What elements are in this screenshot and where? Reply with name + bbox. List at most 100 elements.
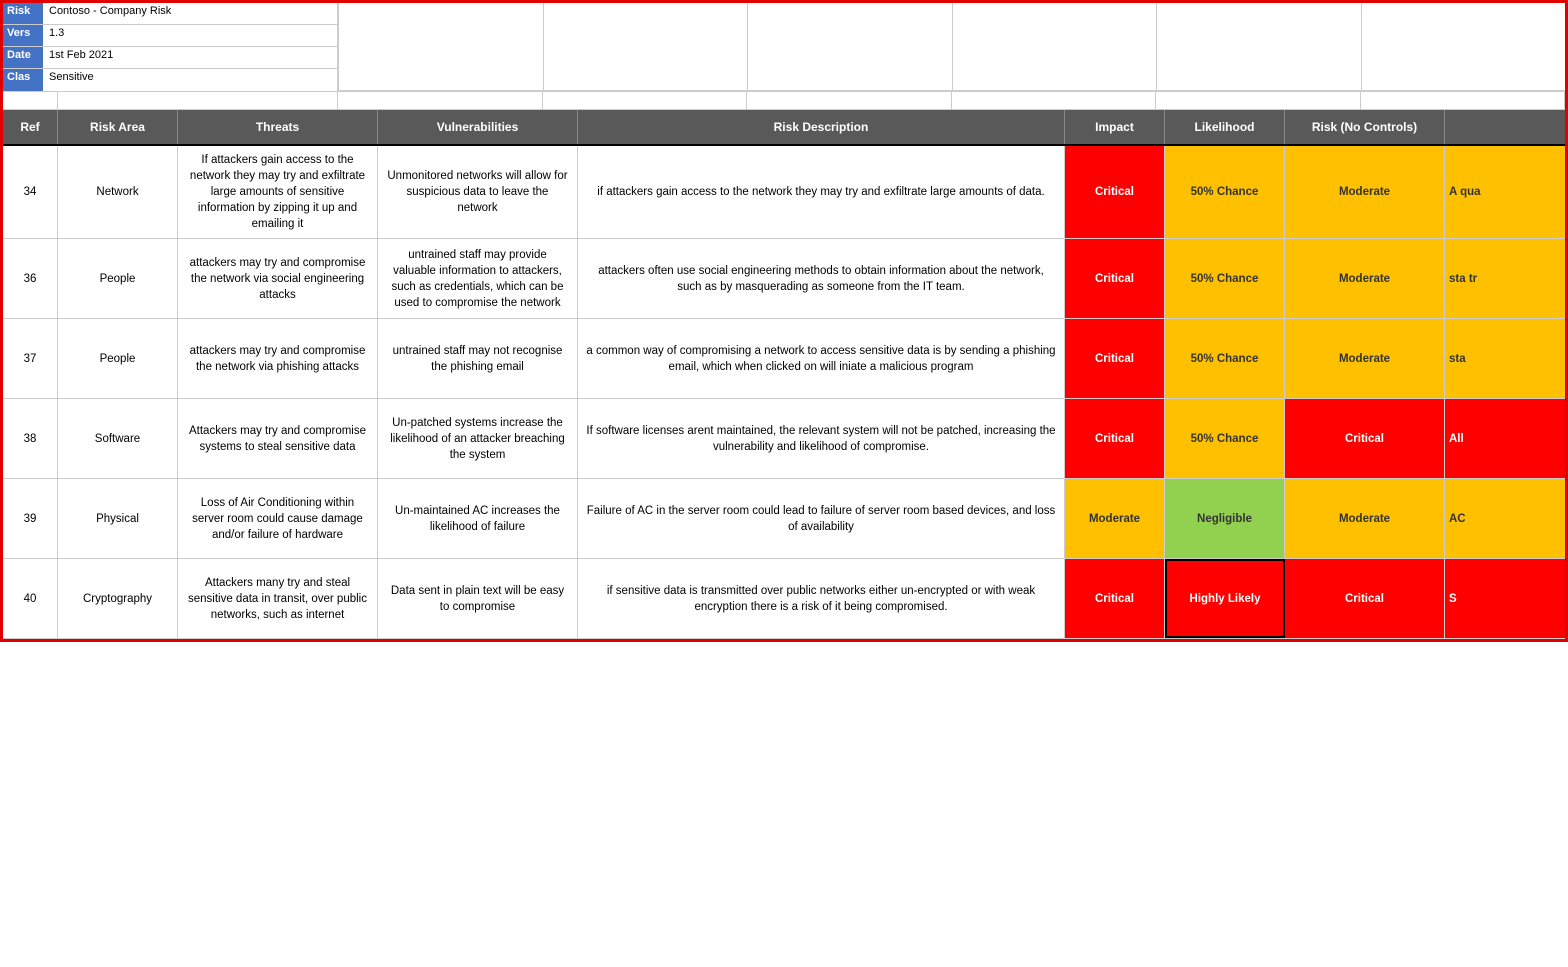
table-row: 40CryptographyAttackers many try and ste… — [3, 559, 1565, 639]
column-header: Ref — [3, 110, 58, 144]
meta-key: Vers — [3, 25, 43, 46]
column-header: Risk Area — [58, 110, 178, 144]
partial-cell: A qua — [1445, 146, 1565, 238]
likelihood-cell: 50% Chance — [1165, 239, 1285, 318]
impact-cell: Critical — [1065, 399, 1165, 478]
risk-area-cell: Physical — [58, 479, 178, 558]
risk-description-cell: If software licenses arent maintained, t… — [578, 399, 1065, 478]
risk-area-cell: People — [58, 239, 178, 318]
threats-cell: attackers may try and compromise the net… — [178, 239, 378, 318]
partial-cell: sta tr — [1445, 239, 1565, 318]
spacer-4 — [543, 92, 748, 109]
likelihood-cell: 50% Chance — [1165, 319, 1285, 398]
empty-cell-5 — [1156, 3, 1361, 91]
empty-cell-4 — [952, 3, 1157, 91]
header-empty-cells — [338, 3, 1565, 91]
empty-cell-3 — [747, 3, 952, 91]
impact-cell: Critical — [1065, 319, 1165, 398]
likelihood-cell: 50% Chance — [1165, 146, 1285, 238]
table-row: 34NetworkIf attackers gain access to the… — [3, 146, 1565, 239]
vulnerabilities-cell: Un-maintained AC increases the likelihoo… — [378, 479, 578, 558]
impact-cell: Critical — [1065, 146, 1165, 238]
risk-description-cell: attackers often use social engineering m… — [578, 239, 1065, 318]
impact-cell: Critical — [1065, 559, 1165, 638]
vulnerabilities-cell: Data sent in plain text will be easy to … — [378, 559, 578, 638]
threats-cell: Loss of Air Conditioning within server r… — [178, 479, 378, 558]
table-row: 38SoftwareAttackers may try and compromi… — [3, 399, 1565, 479]
risk-area-cell: Cryptography — [58, 559, 178, 638]
vulnerabilities-cell: untrained staff may provide valuable inf… — [378, 239, 578, 318]
risk-no-controls-cell: Moderate — [1285, 479, 1445, 558]
risk-no-controls-cell: Critical — [1285, 399, 1445, 478]
meta-value: 1st Feb 2021 — [43, 47, 119, 68]
threats-cell: Attackers may try and compromise systems… — [178, 399, 378, 478]
empty-cell-2 — [543, 3, 748, 91]
spacer-8 — [1361, 92, 1566, 109]
risk-no-controls-cell: Moderate — [1285, 319, 1445, 398]
risk-area-cell: People — [58, 319, 178, 398]
vulnerabilities-cell: untrained staff may not recognise the ph… — [378, 319, 578, 398]
meta-value: Sensitive — [43, 69, 100, 91]
partial-cell: All — [1445, 399, 1565, 478]
empty-cell-6 — [1361, 3, 1566, 91]
risk-no-controls-cell: Moderate — [1285, 146, 1445, 238]
header-section: RiskContoso - Company RiskVers1.3Date1st… — [3, 3, 1565, 92]
spacer-5 — [747, 92, 952, 109]
column-headers: RefRisk AreaThreatsVulnerabilitiesRisk D… — [3, 110, 1565, 146]
meta-key: Date — [3, 47, 43, 68]
partial-cell: AC — [1445, 479, 1565, 558]
risk-description-cell: if attackers gain access to the network … — [578, 146, 1065, 238]
main-container: RiskContoso - Company RiskVers1.3Date1st… — [0, 0, 1568, 642]
column-header: Threats — [178, 110, 378, 144]
vulnerabilities-cell: Unmonitored networks will allow for susp… — [378, 146, 578, 238]
ref-cell: 34 — [3, 146, 58, 238]
risk-description-cell: if sensitive data is transmitted over pu… — [578, 559, 1065, 638]
meta-value: 1.3 — [43, 25, 70, 46]
risk-area-cell: Network — [58, 146, 178, 238]
partial-cell: sta — [1445, 319, 1565, 398]
impact-cell: Moderate — [1065, 479, 1165, 558]
column-header: Vulnerabilities — [378, 110, 578, 144]
threats-cell: attackers may try and compromise the net… — [178, 319, 378, 398]
risk-no-controls-cell: Moderate — [1285, 239, 1445, 318]
meta-row: RiskContoso - Company Risk — [3, 3, 337, 25]
meta-row: Vers1.3 — [3, 25, 337, 47]
column-header: Likelihood — [1165, 110, 1285, 144]
spacer-6 — [952, 92, 1157, 109]
column-header: Risk (No Controls) — [1285, 110, 1445, 144]
partial-cell: S — [1445, 559, 1565, 638]
column-header — [1445, 110, 1565, 144]
column-header: Risk Description — [578, 110, 1065, 144]
ref-cell: 37 — [3, 319, 58, 398]
risk-description-cell: a common way of compromising a network t… — [578, 319, 1065, 398]
meta-key: Clas — [3, 69, 43, 91]
spacer-3 — [338, 92, 543, 109]
spacer-row — [3, 92, 1565, 110]
spacer-7 — [1156, 92, 1361, 109]
ref-cell: 38 — [3, 399, 58, 478]
empty-cell-1 — [338, 3, 543, 91]
table-row: 39PhysicalLoss of Air Conditioning withi… — [3, 479, 1565, 559]
spacer-1 — [3, 92, 58, 109]
risk-no-controls-cell: Critical — [1285, 559, 1445, 638]
meta-key: Risk — [3, 3, 43, 24]
column-header: Impact — [1065, 110, 1165, 144]
likelihood-cell: Negligible — [1165, 479, 1285, 558]
threats-cell: Attackers many try and steal sensitive d… — [178, 559, 378, 638]
risk-area-cell: Software — [58, 399, 178, 478]
vulnerabilities-cell: Un-patched systems increase the likeliho… — [378, 399, 578, 478]
meta-value: Contoso - Company Risk — [43, 3, 177, 24]
ref-cell: 36 — [3, 239, 58, 318]
impact-cell: Critical — [1065, 239, 1165, 318]
meta-row: Date1st Feb 2021 — [3, 47, 337, 69]
table-row: 37Peopleattackers may try and compromise… — [3, 319, 1565, 399]
header-meta: RiskContoso - Company RiskVers1.3Date1st… — [3, 3, 338, 91]
ref-cell: 40 — [3, 559, 58, 638]
spacer-2 — [58, 92, 338, 109]
table-row: 36Peopleattackers may try and compromise… — [3, 239, 1565, 319]
likelihood-cell: Highly Likely — [1165, 559, 1285, 638]
meta-row: ClasSensitive — [3, 69, 337, 91]
ref-cell: 39 — [3, 479, 58, 558]
likelihood-cell: 50% Chance — [1165, 399, 1285, 478]
threats-cell: If attackers gain access to the network … — [178, 146, 378, 238]
